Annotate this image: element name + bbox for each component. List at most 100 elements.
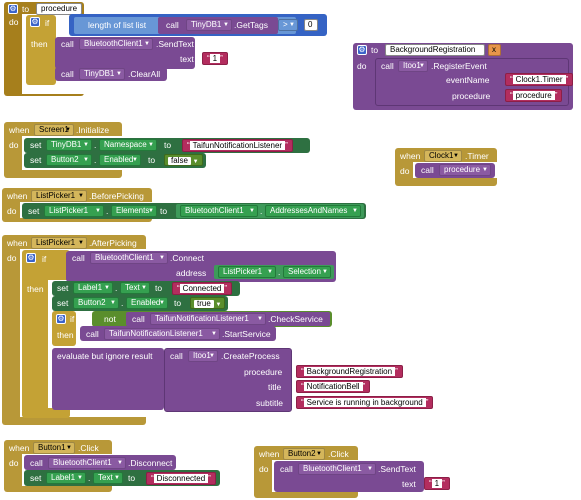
gear-icon[interactable]: ⚙ — [8, 4, 18, 14]
bgreg-string[interactable]: “BackgroundRegistration” — [296, 365, 403, 378]
bgreg-to-label: to — [371, 45, 379, 55]
label-dropdown[interactable]: Label1 ▼ — [46, 472, 86, 484]
label-dropdown[interactable]: Label1 ▼ — [73, 282, 113, 294]
operator-dropdown[interactable]: > ▼ — [278, 19, 298, 31]
addresses-dropdown[interactable]: AddressesAndNames ▼ — [265, 205, 361, 217]
tinydb-dropdown[interactable]: TinyDB1 ▼ — [79, 68, 125, 80]
to-label: to — [148, 155, 156, 165]
true-block[interactable]: true ▼ — [190, 297, 226, 309]
string-one[interactable]: “1” — [424, 477, 450, 490]
call-label: call — [72, 253, 85, 263]
title-string[interactable]: “NotificationBell” — [296, 380, 371, 393]
tinydb-dropdown[interactable]: TinyDB1 ▼ — [46, 139, 92, 151]
do-label: do — [259, 464, 269, 474]
button1-dropdown[interactable]: Button1 ▼ — [33, 442, 75, 454]
tnl-dropdown[interactable]: TaifunNotificationListener1 ▼ — [150, 313, 266, 325]
then-label: then — [57, 330, 74, 340]
text-dropdown[interactable]: Text ▼ — [93, 472, 123, 484]
event-name-string[interactable]: “Clock1.Timer” — [505, 73, 574, 86]
button2-dropdown[interactable]: Button2 ▼ — [283, 448, 325, 460]
listpicker-dropdown[interactable]: ListPicker1 ▼ — [218, 266, 276, 278]
gear-icon[interactable]: ⚙ — [30, 17, 40, 27]
clearall-label: .ClearAll — [128, 69, 161, 79]
if-label: if — [70, 314, 75, 324]
set-label: set — [57, 298, 69, 308]
set-label: set — [30, 473, 42, 483]
dropdown-arrow-icon: ▼ — [223, 22, 229, 28]
dot-label: . — [260, 206, 263, 216]
initialize-label: .Initialize — [76, 125, 110, 135]
bt-dropdown[interactable]: BluetoothClient1 ▼ — [90, 252, 168, 264]
do-label: do — [7, 206, 17, 216]
false-block[interactable]: false ▼ — [164, 154, 203, 166]
button-dropdown[interactable]: Button2 ▼ — [73, 297, 119, 309]
bt-dropdown[interactable]: BluetoothClient1 ▼ — [298, 463, 376, 475]
enabled-dropdown[interactable]: Enabled ▼ — [126, 297, 168, 309]
click-label: .Click — [328, 449, 349, 459]
length-list-label: length of list list — [88, 20, 147, 30]
selection-dropdown[interactable]: Selection ▼ — [283, 266, 331, 278]
set-label: set — [28, 206, 40, 216]
dot-label: . — [106, 206, 109, 216]
timer-label: .Timer — [465, 151, 489, 161]
close-icon[interactable]: x — [488, 44, 501, 56]
text-param-label: text — [180, 54, 194, 64]
procedure-string[interactable]: “procedure” — [505, 89, 563, 102]
elements-dropdown[interactable]: Elements ▼ — [111, 205, 157, 217]
bt-dropdown[interactable]: BluetoothClient1 ▼ — [48, 457, 126, 469]
listpicker-dropdown[interactable]: ListPicker1 ▼ — [31, 237, 87, 249]
tnl-dropdown[interactable]: TaifunNotificationListener1 ▼ — [104, 328, 220, 340]
when-label: when — [7, 191, 28, 201]
call-label: call — [381, 61, 394, 71]
gear-icon[interactable]: ⚙ — [56, 314, 66, 324]
text-dropdown[interactable]: Text ▼ — [120, 282, 150, 294]
bgreg-name-field[interactable]: BackgroundRegistration — [385, 44, 485, 56]
string-one[interactable]: “1” — [202, 52, 228, 65]
zero-number[interactable]: 0 — [304, 19, 318, 31]
do-label: do — [357, 61, 367, 71]
disconnected-string[interactable]: “Disconnected” — [146, 472, 216, 485]
eventname-param-label: eventName — [446, 75, 490, 85]
connected-string[interactable]: “Connected” — [172, 282, 233, 295]
text-param-label: text — [402, 479, 416, 489]
when-label: when — [9, 125, 30, 135]
namespace-string[interactable]: “TaifunNotificationListener” — [182, 139, 293, 152]
call-label: call — [170, 351, 183, 361]
bt-dropdown[interactable]: BluetoothClient1 ▼ — [180, 205, 258, 217]
gear-icon[interactable]: ⚙ — [26, 253, 36, 263]
createprocess-label: .CreateProcess — [221, 351, 280, 361]
then-label: then — [31, 39, 48, 49]
checkservice-label: .CheckService — [268, 314, 323, 324]
screen-dropdown[interactable]: Screen1 ▼ — [34, 124, 74, 136]
listpicker-dropdown[interactable]: ListPicker1 ▼ — [44, 205, 104, 217]
itoo-dropdown[interactable]: Itoo1 ▼ — [188, 350, 218, 362]
listpicker-dropdown[interactable]: ListPicker1 ▼ — [31, 190, 87, 202]
subtitle-param-label: subtitle — [256, 398, 283, 408]
procedure-dropdown[interactable]: procedure ▼ — [439, 164, 491, 176]
to-label: to — [164, 140, 172, 150]
clock-dropdown[interactable]: Clock1 ▼ — [424, 150, 462, 162]
procedure-param-label: procedure — [452, 91, 491, 101]
afterpicking-label: .AfterPicking — [89, 238, 137, 248]
call-label: call — [61, 69, 74, 79]
if-label: if — [42, 254, 47, 264]
itoo-dropdown[interactable]: Itoo1 ▼ — [398, 60, 428, 72]
subtitle-string[interactable]: “Service is running in background” — [296, 396, 434, 409]
call-label: call — [280, 464, 293, 474]
button-dropdown[interactable]: Button2 ▼ — [46, 154, 92, 166]
namespace-dropdown[interactable]: Namespace ▼ — [99, 139, 157, 151]
tinydb-dropdown[interactable]: TinyDB1 ▼ — [186, 19, 232, 31]
dot-label: . — [94, 140, 97, 150]
set-label: set — [30, 140, 42, 150]
connect-label: .Connect — [170, 253, 205, 263]
sendtext-label: .SendText — [378, 464, 416, 474]
enabled-dropdown[interactable]: Enabled ▼ — [99, 154, 141, 166]
gettags-label: .GetTags — [234, 20, 269, 30]
startservice-label: .StartService — [222, 329, 271, 339]
disconnect-label: .Disconnect — [128, 458, 173, 468]
beforepicking-label: .BeforePicking — [89, 191, 144, 201]
gear-icon[interactable]: ⚙ — [357, 45, 367, 55]
bt-dropdown[interactable]: BluetoothClient1 ▼ — [79, 38, 153, 50]
not-label: not — [104, 314, 116, 324]
dot-label: . — [121, 298, 124, 308]
